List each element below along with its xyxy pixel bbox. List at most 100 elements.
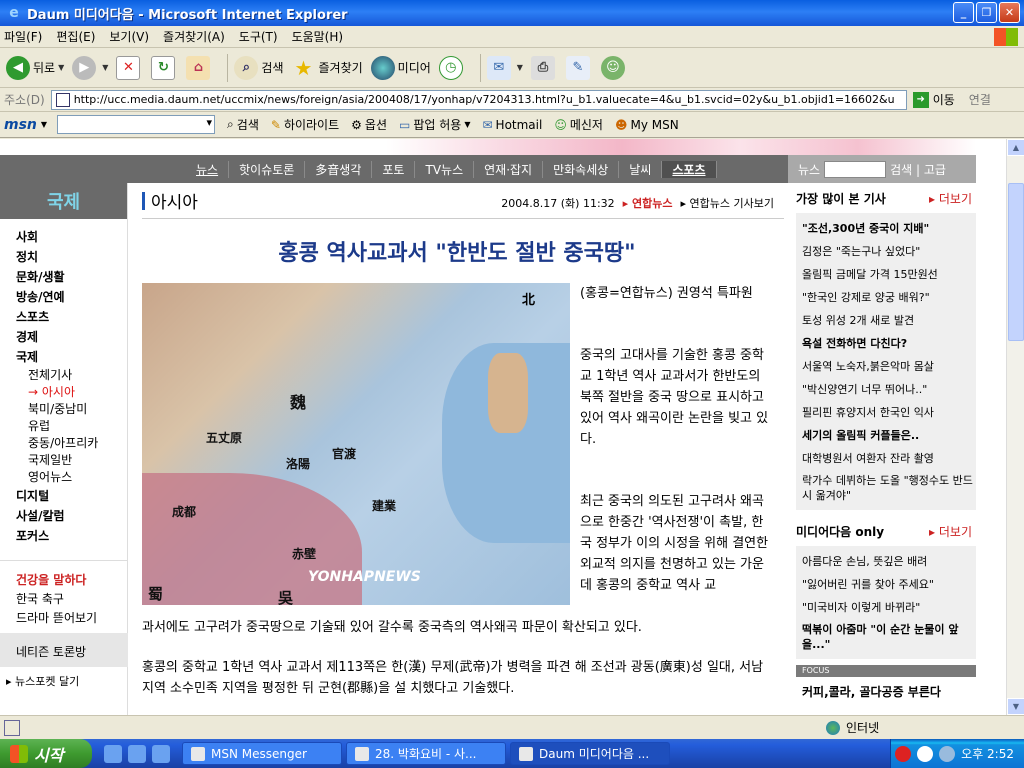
leftnav-editorial[interactable]: 사설/칼럼 [16, 506, 127, 526]
leftnav-asia[interactable]: → 아시아 [16, 384, 127, 401]
print-button[interactable]: ⎙ [530, 55, 558, 80]
menu-view[interactable]: 보기(V) [109, 28, 149, 45]
section-title[interactable]: 국제 [0, 183, 127, 219]
leftnav-mideast[interactable]: 중동/아프리카 [16, 435, 127, 452]
list-item[interactable]: 김정은 "죽는구나 싶었다" [802, 240, 976, 263]
start-button[interactable]: 시작 [0, 739, 92, 768]
drama-link[interactable]: 드라마 뜯어보기 [16, 609, 127, 628]
hotmail-button[interactable]: ✉ Hotmail [482, 118, 542, 132]
leftnav-politics[interactable]: 정치 [16, 247, 127, 267]
leftnav-europe[interactable]: 유럽 [16, 418, 127, 435]
go-button[interactable]: ➜ 이동 [912, 91, 955, 108]
list-item[interactable]: "미국비자 이렇게 바뀌라" [802, 596, 976, 619]
tray-icon[interactable] [895, 745, 912, 762]
nav-photo[interactable]: 포토 [372, 160, 416, 178]
leftnav-focus[interactable]: 포커스 [16, 526, 127, 546]
taskbar-item[interactable]: MSN Messenger [182, 742, 342, 765]
menu-help[interactable]: 도움말(H) [292, 28, 344, 45]
address-input[interactable]: http://ucc.media.daum.net/uccmix/news/fo… [50, 89, 907, 110]
menu-favorites[interactable]: 즐겨찾기(A) [163, 28, 225, 45]
list-item[interactable]: 아름다운 손님, 뜻깊은 배려 [802, 550, 976, 573]
chevron-down-icon[interactable]: ▼ [102, 63, 108, 72]
ie-quicklaunch-icon[interactable] [104, 744, 122, 763]
list-item[interactable]: 대학병원서 여환자 잔라 촬영 [802, 447, 976, 470]
options-button[interactable]: ⚙ 옵션 [351, 116, 387, 133]
list-item[interactable]: "박신양연기 너무 뛰어나.." [802, 378, 976, 401]
leftnav-culture[interactable]: 문화/생활 [16, 267, 127, 287]
winamp-quicklaunch-icon[interactable] [152, 744, 170, 763]
mail-button[interactable]: ✉ ▼ [486, 55, 523, 80]
taskbar-item[interactable]: 28. 박화요비 - 사... [346, 742, 506, 765]
list-item[interactable]: 락가수 데뷔하는 도올 "행정수도 반드시 옮겨야" [802, 470, 976, 506]
menu-edit[interactable]: 편집(E) [56, 28, 95, 45]
forward-button[interactable]: ▶ ▼ [72, 55, 108, 80]
list-item[interactable]: "잃어버린 귀를 찾아 주세요" [802, 573, 976, 596]
chevron-down-icon[interactable]: ▼ [517, 63, 523, 72]
chevron-down-icon[interactable]: ▼ [464, 120, 470, 129]
highlight-button[interactable]: ✎ 하이라이트 [271, 116, 339, 133]
health-link[interactable]: 건강을 말하다 [16, 571, 127, 590]
focus-headline[interactable]: 커피,콜라, 골다공증 부른다 [796, 677, 976, 700]
messenger-button[interactable]: ☺ [600, 55, 628, 80]
favorites-button[interactable]: ★ 즐겨찾기 [292, 56, 363, 80]
leftnav-society[interactable]: 사회 [16, 227, 127, 247]
home-button[interactable]: ⌂ [186, 55, 213, 80]
list-item[interactable]: 세기의 올림픽 커플들은.. [802, 424, 976, 447]
agency-link[interactable]: ▸ 연합뉴스 [623, 195, 673, 211]
nav-daum-thoughts[interactable]: 多音생각 [305, 160, 373, 178]
leftnav-broadcast[interactable]: 방송/연예 [16, 287, 127, 307]
list-item[interactable]: "한국인 강제로 양궁 배워?" [802, 286, 976, 309]
close-button[interactable]: ✕ [999, 2, 1020, 23]
list-item[interactable]: "조선,300년 중국이 지배" [802, 217, 976, 240]
links-label[interactable]: 연결 [969, 91, 991, 108]
scroll-up-icon[interactable]: ▲ [1007, 139, 1024, 156]
vertical-scrollbar[interactable]: ▲ ▼ [1006, 139, 1024, 715]
scroll-thumb[interactable] [1008, 183, 1024, 341]
nav-weather[interactable]: 날씨 [619, 160, 663, 178]
debate-link[interactable]: 네티즌 토론방 [0, 633, 128, 667]
nav-hot-issue[interactable]: 핫이슈토론 [229, 160, 306, 178]
leftnav-international[interactable]: 국제 [16, 347, 127, 367]
leftnav-general[interactable]: 국제일반 [16, 452, 127, 469]
ie-quicklaunch-icon[interactable] [128, 744, 146, 763]
nav-news[interactable]: 뉴스 [186, 160, 230, 178]
nav-series[interactable]: 연재·잡지 [474, 160, 544, 178]
history-button[interactable]: ◷ [438, 55, 466, 80]
back-button[interactable]: ◀ 뒤로 ▼ [6, 55, 64, 80]
tray-icon[interactable] [917, 745, 934, 762]
edit-button[interactable]: ✎ [565, 55, 593, 80]
refresh-button[interactable]: ↻ [151, 55, 178, 80]
leftnav-english[interactable]: 영어뉴스 [16, 469, 127, 486]
list-item[interactable]: 토성 위성 2개 새로 발견 [802, 309, 976, 332]
news-search-input[interactable] [824, 160, 887, 178]
nav-tv-news[interactable]: TV뉴스 [415, 160, 475, 178]
taskbar-item[interactable]: Daum 미디어다음 ... [510, 742, 670, 765]
stop-button[interactable]: ✕ [116, 55, 143, 80]
news-pocket-link[interactable]: ▸ 뉴스포켓 달기 [0, 673, 128, 689]
leftnav-all[interactable]: 전체기사 [16, 367, 127, 384]
restore-button[interactable]: ❐ [976, 2, 997, 23]
menu-file[interactable]: 파일(F) [4, 28, 42, 45]
popup-button[interactable]: ▭ 팝업 허용 ▼ [399, 116, 470, 133]
nav-sports[interactable]: 스포츠 [662, 160, 717, 178]
list-item[interactable]: 떡볶이 아줌마 "이 순간 눈물이 앞을..." [802, 619, 976, 655]
search-button[interactable]: ⌕ 검색 [234, 55, 284, 80]
leftnav-sports[interactable]: 스포츠 [16, 307, 127, 327]
agency-more-link[interactable]: ▸ 연합뉴스 기사보기 [681, 195, 774, 211]
list-item[interactable]: 서울역 노숙자,붉은악마 몸살 [802, 355, 976, 378]
leftnav-economy[interactable]: 경제 [16, 327, 127, 347]
nav-cartoon[interactable]: 만화속세상 [543, 160, 620, 178]
news-search-button[interactable]: 검색 | 고급 [890, 161, 946, 178]
leftnav-americas[interactable]: 북미/중남미 [16, 401, 127, 418]
media-button[interactable]: 미디어 [370, 55, 431, 80]
mymsn-button[interactable]: ☻ My MSN [615, 118, 679, 132]
menu-tools[interactable]: 도구(T) [239, 28, 278, 45]
msn-messenger-button[interactable]: ☺ 메신저 [554, 116, 603, 133]
network-icon[interactable] [939, 745, 956, 762]
scroll-down-icon[interactable]: ▼ [1007, 698, 1024, 715]
chevron-down-icon[interactable]: ▼ [41, 120, 47, 129]
list-item[interactable]: 욕설 전화하면 다친다? [802, 332, 976, 355]
more-link[interactable]: ▸ 더보기 [929, 190, 972, 207]
soccer-link[interactable]: 한국 축구 [16, 590, 127, 609]
list-item[interactable]: 올림픽 금메달 가격 15만원선 [802, 263, 976, 286]
